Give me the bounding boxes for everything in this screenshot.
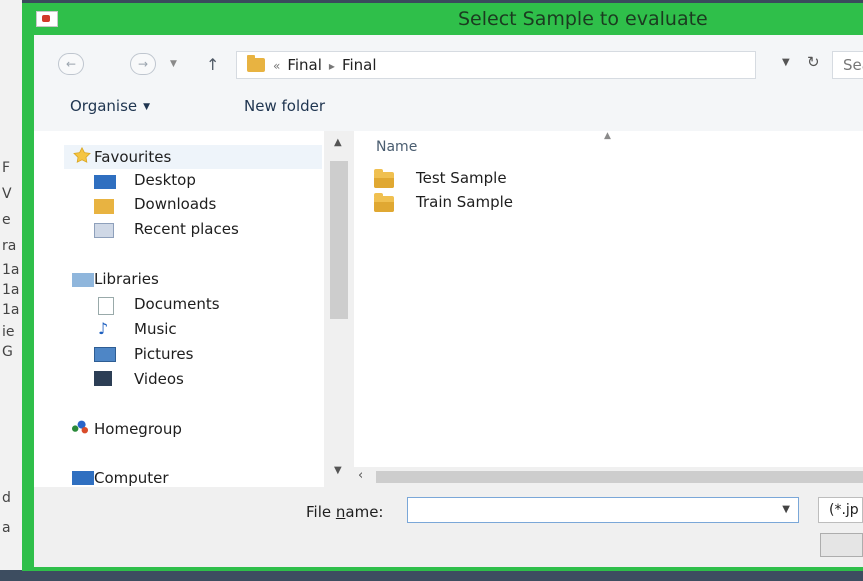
organise-label: Organise [70, 97, 138, 115]
forward-arrow-icon[interactable]: → [130, 53, 156, 75]
list-item-label: Test Sample [416, 169, 507, 187]
file-name-label-prefix: File [306, 503, 336, 521]
chevron-down-icon: ▼ [143, 101, 151, 112]
background-text: a [2, 520, 11, 536]
search-placeholder: Searc [843, 56, 863, 74]
background-text: F [2, 160, 11, 176]
folder-icon [374, 169, 394, 188]
title-bar[interactable]: Select Sample to evaluate [22, 3, 863, 35]
file-dialog: Select Sample to evaluate ← → ▼ ↑ «Final… [22, 3, 863, 571]
background-window-strip: F V e ra 1a 1a 1a ie G d a [0, 0, 22, 581]
dialog-footer: File name: ▼ (*.jp [34, 487, 863, 567]
up-arrow-icon[interactable]: ↑ [206, 55, 219, 74]
scroll-thumb[interactable] [330, 161, 348, 319]
videos-icon [94, 371, 112, 386]
background-text: ie [2, 324, 15, 340]
sort-indicator-icon: ▲ [604, 131, 611, 141]
star-icon [73, 147, 91, 163]
desktop-icon [94, 175, 116, 189]
file-list: ▲ Name Test Sample Train Sample [354, 131, 863, 467]
refresh-icon[interactable]: ↻ [807, 53, 820, 71]
file-type-filter[interactable]: (*.jp [818, 497, 863, 523]
open-button[interactable] [820, 533, 863, 557]
search-input[interactable]: Searc [832, 51, 863, 79]
nav-item-pictures[interactable]: Pictures [134, 345, 193, 363]
column-header-name[interactable]: Name [376, 139, 417, 155]
file-name-label: File name: [306, 503, 383, 521]
file-name-input[interactable] [414, 499, 768, 523]
nav-item-favourites[interactable]: Favourites [94, 148, 171, 166]
navigation-pane: Favourites Desktop Downloads Recent plac… [34, 131, 324, 487]
downloads-icon [94, 199, 114, 214]
list-item-label: Train Sample [416, 193, 514, 211]
horizontal-scrollbar[interactable]: ‹ [354, 467, 863, 487]
nav-item-libraries[interactable]: Libraries [94, 270, 159, 288]
new-folder-button[interactable]: New folder [244, 97, 325, 115]
scroll-down-icon[interactable]: ▼ [334, 465, 342, 476]
homegroup-icon [72, 420, 88, 434]
background-text: ra [2, 238, 17, 254]
background-text: 1a [2, 262, 20, 278]
address-dropdown-icon[interactable]: ▼ [782, 57, 790, 68]
nav-item-music[interactable]: Music [134, 320, 177, 338]
folder-icon [247, 55, 265, 72]
command-bar: Organise ▼ New folder [34, 83, 863, 123]
nav-item-computer[interactable]: Computer [94, 469, 169, 487]
dialog-client: ← → ▼ ↑ «Final▸Final ▼ ↻ Searc Organise▼… [34, 35, 863, 567]
address-row: ← → ▼ ↑ «Final▸Final ▼ ↻ Searc [34, 35, 863, 83]
recent-locations-chevron-icon[interactable]: ▼ [170, 59, 177, 69]
breadcrumb-separator-icon[interactable]: ▸ [322, 59, 342, 73]
background-text: V [2, 186, 12, 202]
music-icon: ♪ [98, 319, 109, 338]
recent-places-icon [94, 223, 114, 238]
background-text: 1a [2, 302, 20, 318]
libraries-icon [72, 273, 94, 287]
breadcrumb-item[interactable]: Final [342, 56, 377, 74]
list-item[interactable]: Test Sample [374, 169, 574, 191]
background-text: G [2, 344, 13, 360]
file-name-label-suffix: ame: [345, 503, 384, 521]
folder-icon [374, 193, 394, 212]
nav-item-documents[interactable]: Documents [134, 295, 220, 313]
pictures-icon [94, 347, 116, 362]
nav-item-recent-places[interactable]: Recent places [134, 220, 239, 238]
computer-icon [72, 471, 94, 485]
scroll-left-icon[interactable]: ‹ [358, 468, 363, 483]
file-name-label-accesskey: n [335, 503, 346, 521]
breadcrumb-overflow[interactable]: « [273, 59, 287, 73]
breadcrumb: «Final ▸ Final [273, 56, 377, 74]
address-bar[interactable]: «Final ▸ Final [236, 51, 756, 79]
chevron-down-icon[interactable]: ▼ [782, 504, 790, 515]
file-type-filter-value: (*.jp [829, 502, 859, 518]
background-text: 1a [2, 282, 20, 298]
background-taskbar [0, 570, 863, 581]
dialog-title: Select Sample to evaluate [458, 8, 708, 30]
back-arrow-icon[interactable]: ← [58, 53, 84, 75]
nav-item-homegroup[interactable]: Homegroup [94, 420, 182, 438]
nav-item-desktop[interactable]: Desktop [134, 171, 196, 189]
background-text: d [2, 490, 11, 506]
file-name-field[interactable]: ▼ [407, 497, 799, 523]
documents-icon [98, 297, 114, 315]
app-icon [36, 11, 58, 27]
list-item[interactable]: Train Sample [374, 193, 574, 215]
organise-button[interactable]: Organise ▼ [70, 97, 150, 115]
horizontal-scroll-thumb[interactable] [376, 471, 863, 483]
scroll-up-icon[interactable]: ▲ [334, 137, 342, 148]
nav-scrollbar[interactable]: ▲ ▼ [324, 131, 354, 487]
nav-item-videos[interactable]: Videos [134, 370, 184, 388]
nav-item-downloads[interactable]: Downloads [134, 195, 216, 213]
breadcrumb-item[interactable]: Final [287, 56, 322, 74]
background-text: e [2, 212, 11, 228]
